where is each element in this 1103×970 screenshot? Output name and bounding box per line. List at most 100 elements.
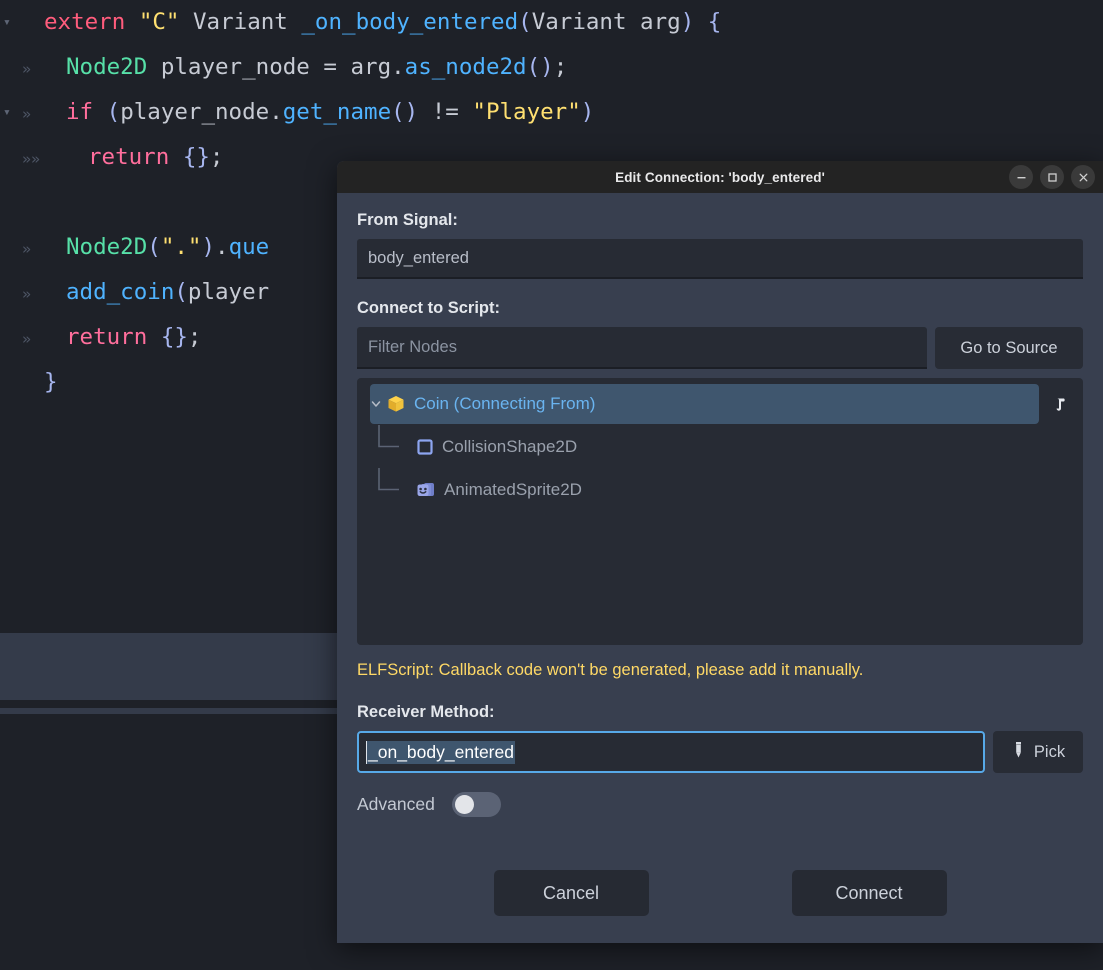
fold-arrow-icon[interactable]: ▾	[3, 90, 17, 135]
code-token: "C"	[138, 9, 180, 35]
chevron-down-icon[interactable]	[367, 398, 385, 410]
code-left-pad	[0, 315, 22, 360]
cancel-button[interactable]: Cancel	[493, 870, 649, 916]
indent-guide	[22, 362, 44, 407]
code-token: {}	[160, 324, 188, 350]
filter-nodes-input[interactable]: Filter Nodes	[357, 327, 927, 369]
code-token: Node2D	[66, 54, 148, 80]
pencil-icon	[1011, 741, 1026, 764]
code-left-pad	[0, 360, 22, 405]
code-token: ()	[391, 99, 419, 125]
indent-guide: »	[22, 105, 32, 123]
dialog-footer: Cancel Connect	[337, 870, 1103, 916]
code-token: }	[44, 369, 58, 395]
code-token: {	[707, 9, 722, 35]
code-token: arg	[626, 9, 681, 35]
code-token: return	[88, 144, 170, 170]
edit-connection-dialog: Edit Connection: 'body_entered' From Sig…	[337, 161, 1103, 943]
code-token: Node2D	[66, 234, 148, 260]
indent-guide	[22, 182, 44, 227]
code-token: _on_body_entered	[301, 9, 519, 35]
from-signal-field: body_entered	[357, 239, 1083, 279]
go-to-source-button[interactable]: Go to Source	[935, 327, 1083, 369]
code-token: (	[518, 9, 532, 35]
close-icon[interactable]	[1071, 165, 1095, 189]
code-token: {}	[182, 144, 210, 170]
code-token: Variant	[193, 9, 288, 35]
screen: ▾ extern "C" Variant _on_body_entered(Va…	[0, 0, 1103, 970]
code-token: extern	[44, 9, 126, 35]
filter-nodes-placeholder: Filter Nodes	[368, 337, 457, 356]
fold-arrow-icon[interactable]: ▾	[3, 0, 17, 45]
from-signal-value: body_entered	[368, 248, 469, 267]
tree-branch-line	[378, 468, 399, 491]
code-token: ;	[209, 144, 224, 170]
tree-row[interactable]: Coin (Connecting From)	[357, 383, 1083, 425]
tree-row[interactable]: AnimatedSprite2D	[357, 468, 1083, 511]
code-left-pad	[0, 45, 22, 90]
tree-branch-line	[378, 425, 399, 448]
node2d-cube-icon	[385, 393, 407, 415]
indent-guide: »	[22, 330, 32, 348]
filter-row: Filter Nodes Go to Source	[357, 327, 1083, 369]
indent-guide: »	[22, 60, 32, 78]
code-token: ;	[553, 54, 568, 80]
tree-node-label: AnimatedSprite2D	[444, 479, 582, 499]
code-token: if	[66, 99, 94, 125]
dialog-titlebar[interactable]: Edit Connection: 'body_entered'	[337, 161, 1103, 193]
code-token: =	[323, 54, 337, 80]
code-token: (	[174, 279, 188, 305]
code-token: )	[201, 234, 216, 260]
minimize-icon[interactable]	[1009, 165, 1033, 189]
from-signal-label: From Signal:	[357, 211, 458, 229]
code-token: Variant	[531, 9, 627, 35]
pick-button-label: Pick	[1033, 742, 1066, 761]
code-token: ;	[187, 324, 202, 350]
dialog-title: Edit Connection: 'body_entered'	[615, 169, 825, 185]
receiver-method-input[interactable]: _on_body_entered	[357, 731, 985, 773]
maximize-icon[interactable]	[1040, 165, 1064, 189]
code-token: )	[680, 9, 695, 35]
code-token: .	[215, 234, 229, 260]
tree-row[interactable]: CollisionShape2D	[357, 425, 1083, 468]
indent-guide: »»	[22, 150, 41, 168]
code-token: que	[228, 234, 270, 260]
receiver-method-row: _on_body_entered Pick	[357, 731, 1083, 773]
warning-message: ELFScript: Callback code won't be genera…	[357, 661, 864, 679]
pick-button[interactable]: Pick	[993, 731, 1083, 773]
code-token: (	[106, 99, 121, 125]
advanced-label: Advanced	[357, 794, 435, 814]
animated-sprite-icon	[415, 480, 437, 500]
window-controls	[1009, 161, 1095, 193]
node-tree[interactable]: Coin (Connecting From) CollisionShape2D …	[357, 378, 1083, 645]
advanced-toggle[interactable]	[451, 792, 501, 817]
receiver-method-label: Receiver Method:	[357, 703, 495, 721]
code-token: as_node2d	[404, 54, 527, 80]
code-token: (	[147, 234, 161, 260]
code-token: arg.	[336, 54, 405, 80]
code-line: ▾ » if (player_node.get_name() != "Playe…	[0, 90, 1103, 135]
code-token: )	[580, 99, 595, 125]
code-token: !=	[418, 99, 473, 125]
tree-node-label: CollisionShape2D	[442, 436, 578, 456]
code-token: return	[66, 324, 148, 350]
indent-guide: »	[22, 240, 32, 258]
code-token: "."	[160, 234, 202, 260]
code-left-pad	[0, 135, 22, 180]
script-icon[interactable]	[1047, 391, 1073, 417]
code-line: » Node2D player_node = arg.as_node2d();	[0, 45, 1103, 90]
connect-button[interactable]: Connect	[791, 870, 947, 916]
advanced-toggle-knob	[454, 795, 474, 814]
